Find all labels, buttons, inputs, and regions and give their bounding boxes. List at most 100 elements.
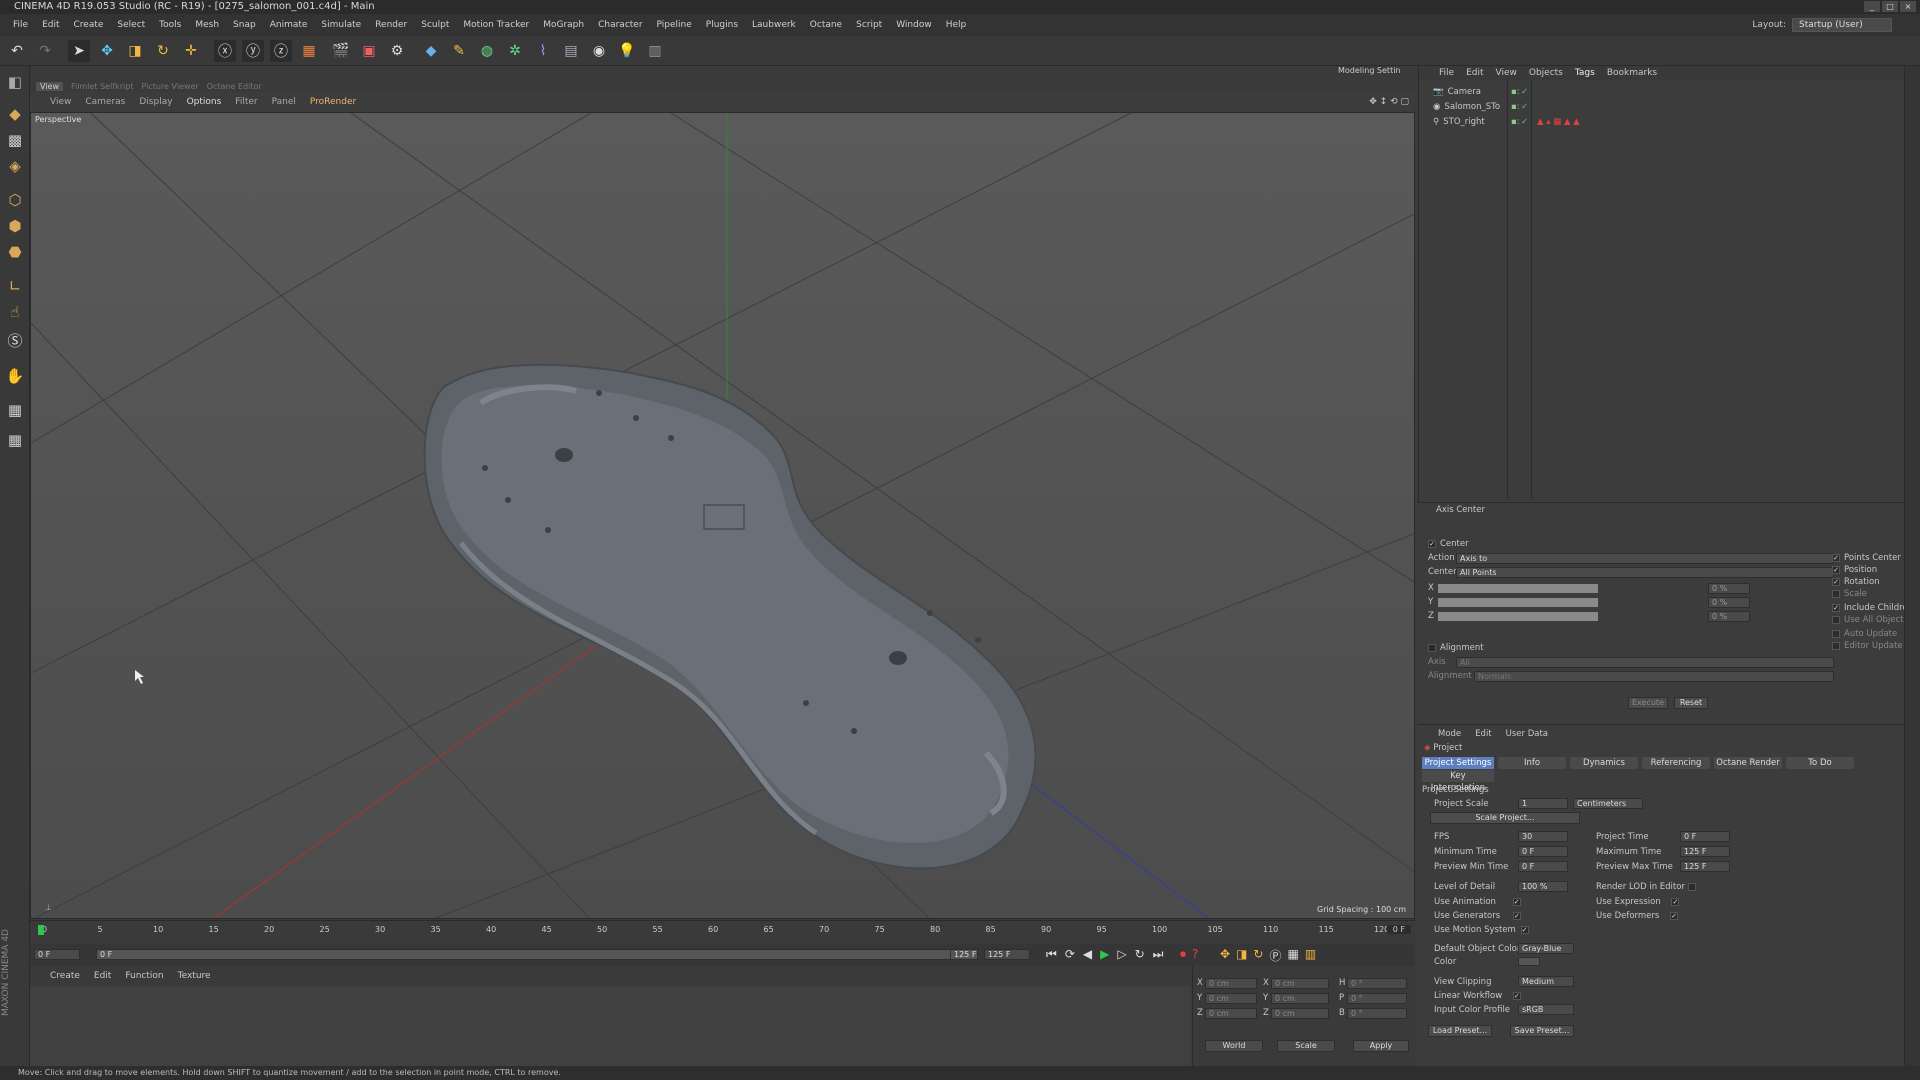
menu-simulate[interactable]: Simulate bbox=[314, 14, 368, 36]
axis-dropdown[interactable]: All bbox=[1456, 657, 1834, 668]
object-menu-tags[interactable]: Tags bbox=[1575, 68, 1595, 78]
rotate-icon[interactable]: ↻ bbox=[152, 40, 174, 62]
use-animation-checkbox[interactable]: Use Animation ✓ bbox=[1434, 897, 1525, 907]
viewport-menu-view[interactable]: View bbox=[50, 97, 71, 107]
render-view-icon[interactable]: 🎬 bbox=[330, 40, 352, 62]
use-deformers-checkbox[interactable]: Use Deformers ✓ bbox=[1596, 911, 1682, 921]
option-include-children[interactable]: ✓ Include Children bbox=[1832, 603, 1913, 613]
save-preset-button[interactable]: Save Preset... bbox=[1510, 1025, 1574, 1037]
object-menu-bookmarks[interactable]: Bookmarks bbox=[1607, 68, 1657, 78]
right-dock-tabs[interactable] bbox=[1904, 66, 1920, 1066]
object-menu-file[interactable]: File bbox=[1439, 68, 1454, 78]
floor-icon[interactable]: ▤ bbox=[560, 40, 582, 62]
option-editor-update[interactable]: Editor Update bbox=[1832, 641, 1903, 651]
center-dropdown[interactable]: All Points bbox=[1456, 567, 1834, 578]
tab-project-settings[interactable]: Project Settings bbox=[1422, 757, 1494, 769]
menu-pipeline[interactable]: Pipeline bbox=[650, 14, 699, 36]
preview-max-field[interactable]: 125 F bbox=[1680, 861, 1730, 872]
lod-field[interactable]: 100 % bbox=[1518, 881, 1568, 892]
visibility-icon[interactable]: ▪: bbox=[1511, 102, 1520, 112]
viewport-menu-panel[interactable]: Panel bbox=[272, 97, 296, 107]
coordinate-system-icon[interactable]: ▦ bbox=[298, 40, 320, 62]
coord-pos-field[interactable]: 0 cm bbox=[1205, 1008, 1257, 1019]
make-editable-icon[interactable]: ◧ bbox=[3, 70, 27, 94]
menu-tools[interactable]: Tools bbox=[152, 14, 188, 36]
coord-size-field[interactable]: 0 cm bbox=[1271, 978, 1329, 989]
load-preset-button[interactable]: Load Preset... bbox=[1428, 1025, 1492, 1037]
preview-min-field[interactable]: 0 F bbox=[1518, 861, 1568, 872]
tab-picture-viewer[interactable]: Picture Viewer bbox=[141, 82, 198, 91]
menu-mesh[interactable]: Mesh bbox=[188, 14, 226, 36]
tag-warning-icon[interactable]: ▲ ▴ ▦ ▲ ▲ bbox=[1537, 117, 1580, 127]
project-scale-field[interactable]: 1 bbox=[1518, 798, 1568, 809]
object-menu-view[interactable]: View bbox=[1496, 68, 1517, 78]
enable-check-icon[interactable]: ✓ bbox=[1521, 117, 1528, 127]
center-checkbox[interactable]: ✓ Center bbox=[1428, 539, 1469, 549]
record-icon[interactable]: ⏺ bbox=[1180, 947, 1186, 962]
coord-size-field[interactable]: 0 cm bbox=[1271, 993, 1329, 1004]
menu-octane[interactable]: Octane bbox=[803, 14, 849, 36]
light-icon[interactable]: 💡 bbox=[616, 40, 638, 62]
material-menu-create[interactable]: Create bbox=[50, 971, 80, 981]
menu-snap[interactable]: Snap bbox=[226, 14, 263, 36]
menu-window[interactable]: Window bbox=[889, 14, 939, 36]
transform-icon[interactable]: ✛ bbox=[180, 40, 202, 62]
tweak-mode-icon[interactable]: ☝ bbox=[3, 300, 27, 324]
coord-rot-field[interactable]: 0 ° bbox=[1347, 978, 1407, 989]
undo-icon[interactable]: ↶ bbox=[6, 40, 28, 62]
texture-mode-icon[interactable]: ▩ bbox=[3, 128, 27, 152]
axis-y-field[interactable]: 0 % bbox=[1708, 597, 1750, 608]
alignment-dropdown[interactable]: Normals bbox=[1474, 671, 1834, 682]
menu-render[interactable]: Render bbox=[368, 14, 414, 36]
menu-help[interactable]: Help bbox=[939, 14, 974, 36]
menu-select[interactable]: Select bbox=[110, 14, 152, 36]
maximize-button[interactable]: □ bbox=[1882, 1, 1898, 12]
next-frame-icon[interactable]: ▷ bbox=[1117, 947, 1126, 962]
keyframe-move-icon[interactable]: ✥ bbox=[1220, 947, 1230, 964]
axis-z-slider[interactable] bbox=[1438, 612, 1598, 621]
material-menu-texture[interactable]: Texture bbox=[178, 971, 211, 981]
pen-spline-icon[interactable]: ✎ bbox=[448, 40, 470, 62]
edges-mode-icon[interactable]: ⬢ bbox=[3, 214, 27, 238]
modeling-settings-label[interactable]: Modeling Settin bbox=[1338, 66, 1401, 75]
viewport-menu-filter[interactable]: Filter bbox=[235, 97, 257, 107]
3d-viewport[interactable]: Perspective Grid Spacing : 100 cm ⊥ bbox=[30, 112, 1415, 919]
enable-check-icon[interactable]: ✓ bbox=[1521, 102, 1528, 112]
object-row[interactable]: 📷 Camera ▪: ✓ bbox=[1419, 84, 1904, 99]
use-expression-checkbox[interactable]: Use Expression ✓ bbox=[1596, 897, 1683, 907]
z-axis-lock-icon[interactable]: ⓩ bbox=[270, 40, 292, 62]
current-frame-field[interactable]: 0 F bbox=[1386, 925, 1411, 934]
axis-mode-icon[interactable]: ∟ bbox=[3, 274, 27, 298]
visibility-icon[interactable]: ▪: bbox=[1511, 87, 1520, 97]
material-area[interactable] bbox=[30, 986, 1190, 1066]
grid-icon[interactable]: ▦ bbox=[3, 428, 27, 452]
min-time-field[interactable]: 0 F bbox=[1518, 846, 1568, 857]
menu-motion-tracker[interactable]: Motion Tracker bbox=[456, 14, 536, 36]
coord-pos-field[interactable]: 0 cm bbox=[1205, 978, 1257, 989]
linear-workflow-checkbox[interactable]: Linear Workflow ✓ bbox=[1434, 991, 1525, 1001]
tab-octane-editor[interactable]: Octane Editor bbox=[207, 82, 262, 91]
tab-view[interactable]: View bbox=[36, 81, 63, 91]
attr-menu-user-data[interactable]: User Data bbox=[1506, 729, 1548, 739]
fps-field[interactable]: 30 bbox=[1518, 831, 1568, 842]
menu-laubwerk[interactable]: Laubwerk bbox=[745, 14, 803, 36]
axis-z-field[interactable]: 0 % bbox=[1708, 611, 1750, 622]
tab-script[interactable]: Filmlet Selfkript bbox=[71, 82, 133, 91]
layout-dropdown[interactable]: Startup (User) bbox=[1792, 18, 1892, 32]
viewport-menu-display[interactable]: Display bbox=[139, 97, 172, 107]
end-frame-field[interactable]: 125 F bbox=[984, 949, 1030, 960]
menu-mograph[interactable]: MoGraph bbox=[536, 14, 591, 36]
option-auto-update[interactable]: Auto Update bbox=[1832, 629, 1897, 639]
apply-button[interactable]: Apply bbox=[1353, 1040, 1409, 1052]
model-mode-icon[interactable]: ◆ bbox=[3, 102, 27, 126]
view-clipping-dropdown[interactable]: Medium bbox=[1518, 976, 1574, 987]
input-profile-dropdown[interactable]: sRGB bbox=[1518, 1004, 1574, 1015]
deformer-icon[interactable]: ⌇ bbox=[532, 40, 554, 62]
tab-key-interpolation[interactable]: Key Interpolation bbox=[1422, 770, 1494, 793]
workplane-lock-icon[interactable]: ▦ bbox=[3, 398, 27, 422]
autokey-icon[interactable]: ? bbox=[1192, 947, 1198, 962]
workplane-mode-icon[interactable]: ◈ bbox=[3, 154, 27, 178]
render-lod-checkbox[interactable]: Render LOD in Editor bbox=[1596, 882, 1700, 892]
menu-create[interactable]: Create bbox=[67, 14, 111, 36]
tab-referencing[interactable]: Referencing bbox=[1642, 757, 1710, 769]
